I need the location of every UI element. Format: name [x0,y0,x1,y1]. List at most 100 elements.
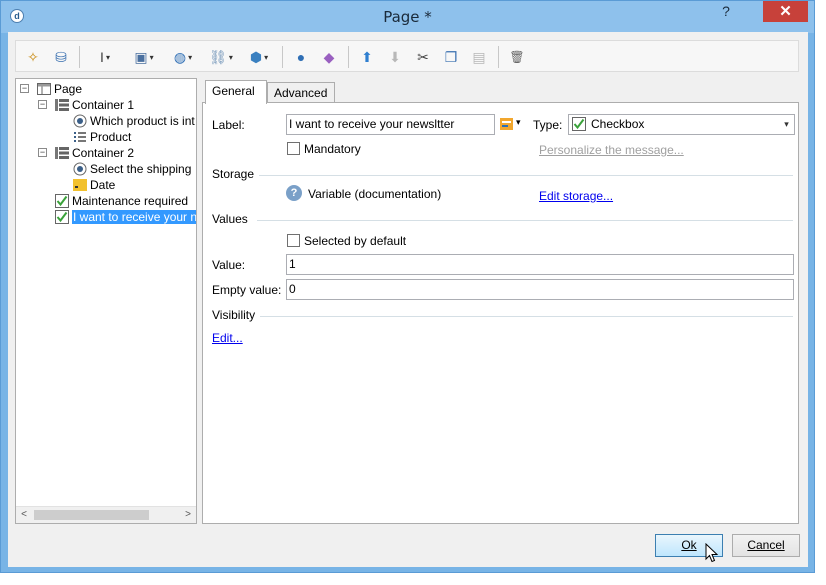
general-panel: Label: I want to receive your newsltter … [202,102,799,524]
tree-item-newsletter[interactable]: I want to receive your ne [55,209,196,225]
move-down-icon[interactable]: ⬇ [386,47,404,67]
person-icon[interactable]: ● [292,47,310,67]
tree-item-label: Maintenance required [72,194,189,208]
mandatory-checkbox[interactable] [287,142,300,155]
cancel-button[interactable]: Cancel [732,534,800,557]
toolbar-separator [498,46,499,68]
tree-item-label: Product [90,130,132,144]
collapse-icon[interactable]: − [20,84,29,93]
paste-icon[interactable]: ▤ [470,47,488,67]
tree-item-label: Select the shipping [90,162,192,176]
tree-item-which-product[interactable]: Which product is int [73,113,195,129]
value-caption: Value: [212,258,246,272]
type-caption: Type: [533,118,563,132]
personalize-message-link[interactable]: Personalize the message... [539,143,684,157]
selected-default-label: Selected by default [304,234,407,248]
help-button[interactable]: ? [713,1,739,22]
tree-item-label: I want to receive your ne [72,210,196,224]
add-field-icon[interactable]: ▣ ▾ [126,47,162,67]
storage-variable-text: Variable (documentation) [308,187,442,201]
selected-default-checkbox[interactable] [287,234,300,247]
tree-item: Page [37,81,82,97]
wizard-icon[interactable]: ✧ [24,47,42,67]
label-field[interactable]: I want to receive your newsltter [286,114,495,135]
tab-general[interactable]: General [205,80,267,104]
close-button[interactable]: ✕ [763,1,808,22]
list-icon [74,132,86,142]
tree-item-label: Which product is int [90,114,195,128]
chevron-down-icon: ▾ [228,53,233,63]
mandatory-label: Mandatory [304,142,361,156]
mouse-cursor-icon [705,543,719,563]
horizontal-scrollbar[interactable]: < > [16,506,196,523]
tree-item-label: Container 1 [72,98,135,112]
checkbox-checked-icon [55,210,69,224]
scroll-thumb[interactable] [34,510,149,520]
window-title: Page * [383,8,432,26]
mandatory-checkbox-row[interactable]: Mandatory [287,142,361,156]
checkbox-checked-icon [55,194,69,208]
container-icon [55,147,69,159]
edit-storage-link[interactable]: Edit storage... [539,189,613,203]
page-icon [37,83,51,95]
radio-icon [73,114,87,128]
chevron-down-icon: ▾ [264,53,269,63]
tree-item-label: Page [54,82,83,96]
collapse-icon[interactable]: − [38,148,47,157]
values-section-title: Values [212,212,248,226]
toolbar: ✧ ⛁ Ι ▾ ▣ ▾ ◍ ▾ ⛓ ▾ ⬢ ▾ ● ◆ ⬆ ⬇ ✂ ❐ ▤ 🗑 [15,40,799,72]
shapes-icon[interactable]: ◆ [320,47,338,67]
cut-icon[interactable]: ✂ [414,47,432,67]
tree-item: Container 2 [55,145,134,161]
toolbar-separator [79,46,80,68]
storage-section-title: Storage [212,167,255,181]
type-select-value: Checkbox [591,117,645,131]
visibility-section-title: Visibility [212,308,256,322]
section-divider [260,316,793,317]
collapse-icon[interactable]: − [38,100,47,109]
scroll-right-icon[interactable]: > [181,508,195,522]
tree-item-select-shipping[interactable]: Select the shipping [73,161,191,177]
calendar-icon [73,179,87,191]
globe-icon[interactable]: ◍ ▾ [166,47,200,67]
radio-icon [73,162,87,176]
scroll-left-icon[interactable]: < [17,508,31,522]
dialog-client-area: ✧ ⛁ Ι ▾ ▣ ▾ ◍ ▾ ⛓ ▾ ⬢ ▾ ● ◆ ⬆ ⬇ ✂ ❐ ▤ 🗑 − Pag… [8,32,808,567]
chevron-down-icon: ▾ [188,53,193,63]
section-divider [257,220,793,221]
delete-icon[interactable]: 🗑 [508,47,526,67]
tree-item-date[interactable]: Date [73,177,115,193]
personalize-button[interactable]: ▾ [500,117,526,133]
chevron-down-icon[interactable]: ▾ [778,115,794,134]
copy-icon[interactable]: ❐ [442,47,460,67]
toolbar-separator [348,46,349,68]
selected-default-row[interactable]: Selected by default [287,234,406,248]
chevron-down-icon: ▾ [149,53,154,63]
text-cursor-icon[interactable]: Ι ▾ [88,47,122,67]
page-structure-tree[interactable]: − Page − Container 1 Which product is in… [15,78,197,524]
toolbar-separator [282,46,283,68]
tree-item-label: Container 2 [72,146,135,160]
empty-value-field[interactable]: 0 [286,279,794,300]
tab-advanced[interactable]: Advanced [267,82,335,102]
database-refresh-icon[interactable]: ⛁ [52,47,70,67]
title-bar[interactable]: d Page * ? ✕ [1,1,814,33]
checkbox-checked-icon [572,117,586,131]
container-icon [55,99,69,111]
value-field[interactable]: 1 [286,254,794,275]
move-up-icon[interactable]: ⬆ [358,47,376,67]
type-select[interactable]: Checkbox ▾ [568,114,795,135]
tree-item-maintenance[interactable]: Maintenance required [55,193,188,209]
visibility-edit-link[interactable]: Edit... [212,331,243,345]
insert-field-icon [500,118,513,130]
empty-value-caption: Empty value: [212,283,282,297]
tree-item-product[interactable]: Product [73,129,131,145]
box-icon[interactable]: ⬢ ▾ [242,47,276,67]
link-icon[interactable]: ⛓ ▾ [204,47,238,67]
tree-item-label: Date [90,178,116,192]
section-divider [259,175,793,176]
tree-item: Container 1 [55,97,134,113]
help-icon: ? [286,185,302,201]
label-caption: Label: [212,118,245,132]
chevron-down-icon: ▾ [516,117,521,127]
